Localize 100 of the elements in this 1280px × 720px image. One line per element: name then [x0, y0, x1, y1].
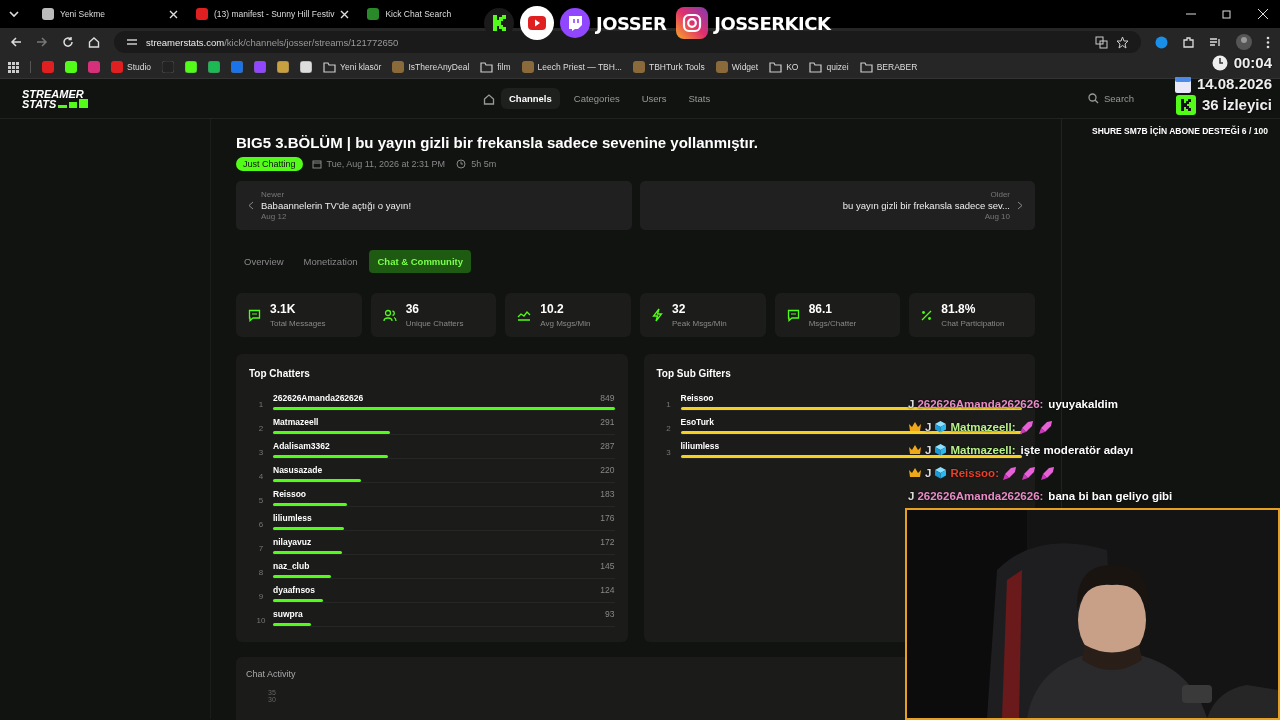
close-icon[interactable]: [340, 9, 350, 19]
stream-link-card[interactable]: Newer Babaannelerin TV'de açtığı o yayın! Aug 12: [236, 181, 632, 230]
bookmark[interactable]: Studio: [111, 61, 152, 73]
browser-tab[interactable]: (13) manifest - Sunny Hill Festiv: [190, 2, 356, 26]
stat-value: 36: [405, 302, 421, 316]
stream-title: BIG5 3.BÖLÜM | bu yayın gizli bir frekansla sadece sevenine yollanmıştır.: [236, 134, 759, 151]
home-icon[interactable]: [483, 92, 495, 105]
rank-number: 2: [257, 423, 265, 433]
clock-icon: [456, 159, 467, 169]
bookmark[interactable]: BERABER: [859, 61, 918, 73]
rank-number: 1: [665, 399, 672, 409]
star-icon[interactable]: [1116, 35, 1129, 49]
stat-label: Peak Msgs/Min: [672, 319, 727, 328]
site-info-icon[interactable]: [126, 37, 138, 47]
chevron-left-icon: [248, 201, 254, 210]
message-count: 172: [600, 537, 615, 547]
stat-label: Msgs/Chatter: [808, 319, 857, 328]
rocket-emote-icon: [1021, 464, 1037, 481]
bookmark[interactable]: IsThereAnyDeal: [392, 61, 470, 73]
twitch-logo-icon: [560, 8, 590, 38]
extension-icon[interactable]: [1155, 35, 1168, 49]
stream-date: Tue, Aug 11, 2026 at 2:31 PM: [326, 159, 446, 169]
bookmark[interactable]: quizei: [809, 61, 849, 73]
chatter-name: Matmazeell: [273, 417, 319, 427]
stream-link-card[interactable]: Older bu yayın gizli bir frekansla sadece sev... Aug 10: [639, 181, 1035, 230]
chevron-right-icon: [1017, 201, 1023, 210]
close-icon[interactable]: [1258, 9, 1268, 19]
search-icon: [1088, 93, 1099, 104]
reload-icon[interactable]: [62, 36, 74, 48]
nav-link[interactable]: Stats: [680, 88, 719, 109]
gifter-name: Reissoo: [680, 393, 714, 403]
link-title: bu yayın gizli bir frekansla sadece sev...: [842, 200, 1010, 211]
tab-list-icon[interactable]: [8, 10, 20, 18]
favicon-icon: [633, 61, 645, 73]
rank-number: 3: [665, 447, 672, 457]
rank-number: 7: [257, 543, 265, 553]
section-tab[interactable]: Overview: [236, 250, 292, 273]
viewer-count: 36 İzleyici: [1201, 96, 1272, 113]
message-count: 183: [600, 489, 615, 499]
browser-tab[interactable]: Yeni Sekme: [36, 2, 184, 26]
bookmark-icon[interactable]: [185, 61, 198, 73]
favicon-icon: [111, 61, 123, 73]
calendar-icon: [311, 159, 322, 169]
bookmark-icon[interactable]: [300, 61, 313, 73]
chat-username: Matmazeell:: [950, 420, 1016, 433]
bookmark-icon[interactable]: [208, 61, 221, 73]
bookmark[interactable]: KO: [769, 61, 799, 73]
section-tab[interactable]: Monetization: [295, 250, 366, 273]
menu-icon[interactable]: [1266, 35, 1270, 49]
media-icon[interactable]: [1209, 35, 1222, 49]
favicon-icon: [392, 61, 405, 73]
panel-title: Top Chatters: [249, 368, 311, 379]
chat-username: Matmazeell:: [950, 443, 1016, 456]
browser-tab[interactable]: Kick Chat Search: [361, 2, 458, 26]
nav-link[interactable]: Categories: [565, 88, 628, 109]
bookmark-icon[interactable]: [277, 61, 290, 73]
close-icon[interactable]: [169, 9, 178, 19]
chat-username: Reissoo:: [950, 466, 999, 479]
puzzle-icon[interactable]: [1182, 35, 1195, 49]
favicon-icon: [715, 61, 728, 73]
folder-icon: [769, 61, 783, 73]
stat-label: Unique Chatters: [405, 319, 464, 328]
tab-favicon-icon: [42, 8, 54, 20]
logo[interactable]: STREAMER STATS: [22, 88, 89, 109]
bookmark-icon[interactable]: [65, 61, 77, 73]
panel-title: Top Sub Gifters: [656, 368, 732, 379]
nav-link[interactable]: Channels: [501, 88, 560, 109]
link-caption: Older: [989, 190, 1010, 199]
tab-favicon-icon: [196, 8, 208, 20]
panel-title: Chat Activity: [246, 669, 297, 679]
chat-username: 262626Amanda262626:: [917, 397, 1044, 410]
message-count: 145: [600, 561, 615, 571]
back-icon[interactable]: [10, 36, 22, 48]
link-caption: Newer: [261, 190, 286, 199]
lightning-icon: [652, 308, 663, 322]
nav-link[interactable]: Users: [633, 88, 675, 109]
bookmark[interactable]: Widget: [715, 61, 759, 73]
bookmark[interactable]: Leech Priest — TBH...: [521, 61, 622, 73]
section-tab[interactable]: Chat & Community: [369, 250, 471, 273]
users-icon: [382, 308, 397, 322]
bookmark[interactable]: film: [480, 61, 511, 73]
stat-value: 81.8%: [941, 302, 977, 316]
apps-icon[interactable]: [8, 61, 19, 73]
trend-chart-icon: [517, 309, 532, 321]
chatter-name: Nasusazade: [273, 465, 323, 475]
forward-icon[interactable]: [36, 36, 48, 48]
profile-icon[interactable]: [1236, 34, 1252, 50]
stat-label: Total Messages: [270, 319, 326, 328]
restore-icon[interactable]: [1222, 9, 1232, 19]
chat-bubble-icon: [786, 308, 800, 322]
category-tag[interactable]: Just Chatting: [236, 157, 303, 171]
message-count: 176: [600, 513, 615, 523]
bookmark[interactable]: Yeni klasör: [323, 61, 382, 73]
search-button[interactable]: Search: [1088, 93, 1135, 104]
translate-icon[interactable]: [1095, 35, 1108, 49]
bookmark[interactable]: TBHTurk Tools: [633, 61, 705, 73]
date-text: 14.08.2026: [1196, 75, 1272, 92]
chatter-name: Reissoo: [273, 489, 307, 499]
link-date: Aug 10: [983, 212, 1010, 221]
chat-username: 262626Amanda262626:: [917, 489, 1044, 502]
